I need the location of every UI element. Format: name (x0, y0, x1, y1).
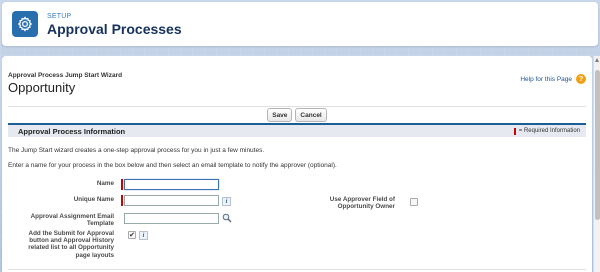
help-link-label[interactable]: Help for this Page (520, 76, 572, 83)
wizard-subtitle: Approval Process Jump Start Wizard (8, 72, 123, 79)
main-content: Approval Process Jump Start Wizard Oppor… (2, 56, 592, 272)
name-field[interactable] (124, 179, 219, 190)
email-template-field[interactable] (124, 213, 219, 224)
info-icon[interactable]: i (139, 231, 148, 240)
divider (8, 269, 586, 270)
scroll-up-arrow-icon[interactable] (595, 58, 599, 62)
required-marker-icon (121, 179, 123, 190)
email-template-label-line2: Template (86, 220, 114, 228)
info-icon[interactable]: i (222, 197, 231, 206)
email-template-label: Approval Assignment Email Template (22, 213, 114, 227)
add-submit-label-line4: page layouts (75, 251, 115, 259)
gear-icon (12, 11, 38, 37)
add-submit-label-line1: Add the Submit for Approval (28, 230, 114, 237)
use-approver-field-label-line1: Use Approver Field of (329, 196, 395, 203)
scrollbar[interactable] (593, 56, 600, 272)
page-title: Approval Processes (47, 20, 182, 37)
help-link[interactable]: Help for this Page ? (520, 74, 586, 84)
intro-text-1: The Jump Start wizard creates a one-step… (8, 147, 265, 154)
intro-text-2: Enter a name for your process in the box… (8, 162, 337, 169)
unique-name-label: Unique Name (73, 196, 114, 203)
name-label: Name (96, 180, 114, 187)
section-title: Approval Process Information (18, 126, 126, 136)
required-marker-icon (513, 127, 516, 135)
lookup-icon[interactable] (222, 213, 232, 223)
checkmark-icon: ✔ (129, 231, 135, 239)
setup-header: SETUP Approval Processes (2, 2, 598, 46)
wizard-title: Opportunity (8, 80, 76, 95)
add-submit-label-line2: button and Approval History (29, 237, 114, 245)
divider (8, 106, 586, 107)
add-submit-checkbox[interactable]: ✔ (128, 231, 136, 239)
required-legend-label: = Required Information (518, 128, 580, 134)
add-submit-label: Add the Submit for Approval button and A… (16, 230, 114, 259)
button-row: Save Cancel (2, 108, 592, 124)
scrollbar-thumb[interactable] (595, 70, 600, 220)
save-button[interactable]: Save (267, 108, 293, 122)
add-submit-label-line3: related list to all Opportunity (28, 244, 114, 252)
required-marker-icon (121, 195, 123, 206)
email-template-label-line1: Approval Assignment Email (30, 213, 114, 220)
help-icon[interactable]: ? (576, 74, 586, 84)
use-approver-field-label: Use Approver Field of Opportunity Owner (302, 196, 395, 210)
cancel-button[interactable]: Cancel (295, 108, 327, 122)
unique-name-field[interactable] (124, 195, 219, 206)
required-legend: = Required Information (513, 127, 580, 135)
setup-eyebrow: SETUP (47, 12, 72, 20)
wizard-heading: Approval Process Jump Start Wizard Oppor… (8, 72, 122, 95)
use-approver-field-label-line2: Opportunity Owner (337, 203, 395, 211)
section-header: Approval Process Information = Required … (8, 123, 586, 137)
use-approver-field-checkbox[interactable] (410, 198, 418, 206)
